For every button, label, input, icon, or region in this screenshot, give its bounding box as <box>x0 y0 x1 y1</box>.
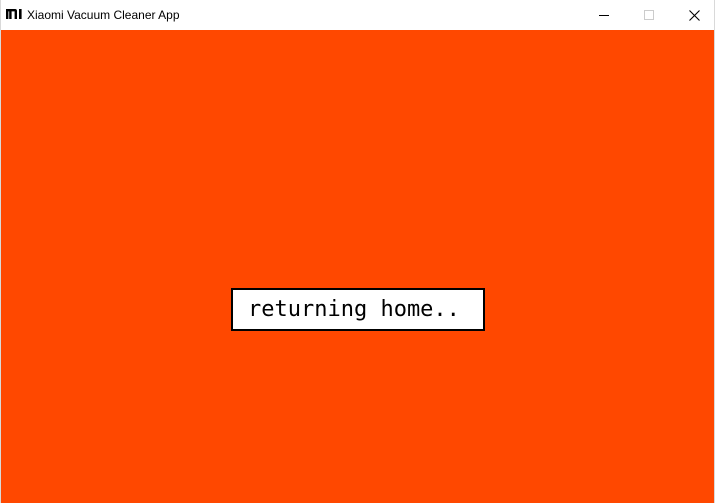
close-button[interactable] <box>671 0 715 30</box>
maximize-button[interactable] <box>626 0 672 30</box>
window-title: Xiaomi Vacuum Cleaner App <box>27 8 180 22</box>
main-content: returning home.. <box>1 30 714 503</box>
mi-logo-icon <box>6 8 23 20</box>
maximize-icon <box>644 10 654 20</box>
title-bar[interactable]: Xiaomi Vacuum Cleaner App <box>1 0 714 30</box>
close-icon <box>688 9 700 21</box>
minimize-icon <box>599 10 609 20</box>
status-text: returning home.. <box>248 297 460 322</box>
status-box: returning home.. <box>231 288 485 331</box>
app-window: Xiaomi Vacuum Cleaner App returning home… <box>0 0 715 503</box>
minimize-button[interactable] <box>581 0 627 30</box>
